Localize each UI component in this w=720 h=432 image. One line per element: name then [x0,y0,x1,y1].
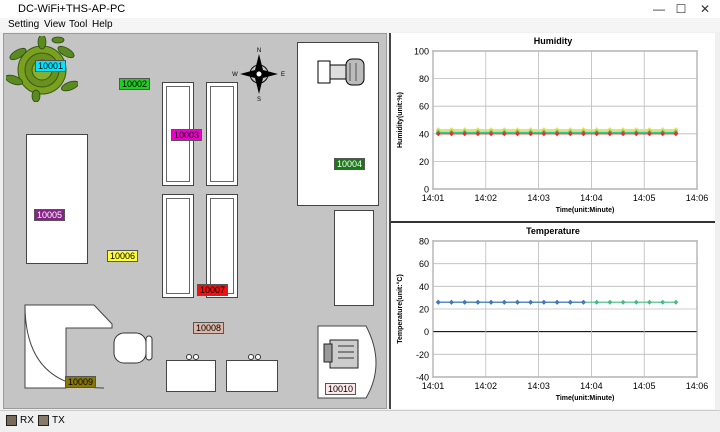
x-tick-label: 14:05 [633,193,656,203]
temperature-chart-panel: Temperature -40 -20 0 20 40 60 80 14:01 14:02 14:0… [391,223,715,409]
table-bottom-b [226,360,278,392]
menu-tool[interactable]: Tool [69,19,87,30]
socket-icon [248,354,261,360]
y-tick-label: 80 [419,74,429,84]
compass-east: E [281,72,285,78]
x-tick-label: 14:06 [686,193,709,203]
x-tick-label: 14:06 [686,381,709,391]
x-tick-label: 14:01 [422,381,445,391]
humidity-chart-panel: Humidity 0 20 40 60 80 100 14:01 14:02 14:03 14:04… [391,33,715,221]
sensor-tag[interactable]: 10001 [35,60,67,72]
cabinet-right [297,42,379,206]
window-title: DC-WiFi+THS-AP-PC [18,3,126,15]
plot-area [432,50,698,190]
y-tick-label: 40 [419,282,429,292]
chart-title: Temperature [526,226,580,236]
x-tick-label: 14:02 [475,381,498,391]
shelf-right [334,210,374,306]
y-axis-label: Temperature(unit:°C) [396,274,404,344]
y-tick-label: 0 [424,327,429,337]
y-tick-label: 80 [419,237,429,247]
x-tick-label: 14:03 [527,381,550,391]
menu-view[interactable]: View [44,19,66,30]
x-tick-label: 14:05 [633,381,656,391]
y-tick-label: 20 [419,305,429,315]
close-button[interactable]: ✕ [692,0,718,18]
maximize-button[interactable]: ☐ [670,0,692,18]
x-axis-label: Time(unit:Minute) [556,207,615,214]
tx-label: TX [52,415,65,426]
menu-setting[interactable]: Setting [8,19,39,30]
socket-icon [186,354,199,360]
y-tick-label: 60 [419,259,429,269]
sensor-tag[interactable]: 10006 [107,250,139,262]
rx-indicator [6,415,17,426]
x-tick-label: 14:04 [580,193,603,203]
sensor-tag[interactable]: 10009 [65,376,97,388]
sensor-tag[interactable]: 10004 [334,158,366,170]
y-tick-label: 60 [419,102,429,112]
app-window: DC-WiFi+THS-AP-PC — ☐ ✕ Setting View Too… [0,0,720,432]
y-tick-label: 100 [414,47,429,57]
y-tick-label: -20 [416,350,429,360]
compass-south: S [257,97,261,102]
menu-bar: Setting View Tool Help [0,18,720,32]
status-bar: RX TX [0,410,720,432]
desk-left [26,134,88,264]
compass-icon: N S W E [232,48,285,102]
sensor-tag[interactable]: 10007 [197,284,229,296]
compass-west: W [232,72,238,78]
y-tick-label: 40 [419,129,429,139]
sensor-tag[interactable]: 10008 [193,322,225,334]
table-top-right [206,82,238,186]
x-tick-label: 14:04 [580,381,603,391]
chair-icon [113,332,153,364]
table-bottom-left [162,194,194,298]
floor-plan: N S W E 10001 10002 10003 10004 10005 10… [3,33,387,409]
sensor-tag[interactable]: 10010 [325,383,357,395]
table-bottom-right [206,194,238,298]
temperature-chart: Temperature-40-2002040608014:01 14:02 14:0… [396,226,709,402]
x-tick-label: 14:02 [475,193,498,203]
chart-title: Humidity [534,36,573,46]
y-tick-label: 20 [419,157,429,167]
table-bottom-a [166,360,216,392]
sensor-tag[interactable]: 10002 [119,78,151,90]
sensor-tag[interactable]: 10005 [34,209,66,221]
compass-north: N [257,48,261,54]
tx-indicator [38,415,49,426]
humidity-chart: Humidity02040608010014:01 14:02 14:03 14:04… [397,36,709,214]
x-tick-label: 14:03 [527,193,550,203]
sensor-tag[interactable]: 10003 [171,129,203,141]
rx-label: RX [20,415,34,426]
printer-icon [317,58,365,86]
menu-help[interactable]: Help [92,19,113,30]
minimize-button[interactable]: — [648,0,670,18]
x-tick-label: 14:01 [422,193,445,203]
title-bar: DC-WiFi+THS-AP-PC — ☐ ✕ [0,0,720,18]
y-axis-label: Humidity(unit:%) [397,92,404,148]
x-axis-label: Time(unit:Minute) [556,395,615,402]
